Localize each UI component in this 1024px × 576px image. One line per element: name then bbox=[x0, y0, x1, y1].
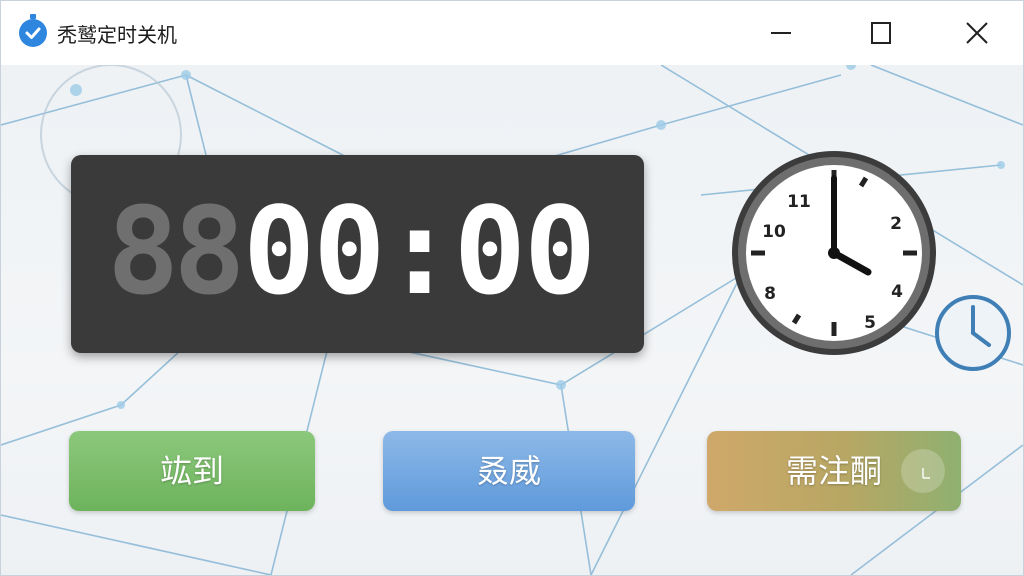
minimize-icon bbox=[771, 32, 791, 34]
settings-button[interactable]: 需注酮 bbox=[707, 431, 961, 511]
start-button[interactable]: 竑到 bbox=[69, 431, 315, 511]
clock-number: 5 bbox=[864, 313, 876, 333]
maximize-icon bbox=[871, 22, 891, 44]
close-button[interactable] bbox=[949, 9, 1005, 57]
title-bar[interactable]: 秃鹫定时关机 bbox=[1, 1, 1023, 65]
close-icon bbox=[966, 22, 988, 44]
app-window: 秃鹫定时关机 88 00:00 11 2 10 4 8 5 竑到 叒威 需注酮 bbox=[0, 0, 1024, 576]
maximize-button[interactable] bbox=[853, 9, 909, 57]
clock-number: 11 bbox=[787, 192, 811, 212]
stopwatch-check-icon bbox=[19, 14, 47, 47]
countdown-time: 00:00 bbox=[243, 183, 596, 322]
clock-number: 4 bbox=[891, 282, 903, 302]
main-panel: 88 00:00 11 2 10 4 8 5 竑到 叒威 需注酮 bbox=[1, 65, 1023, 575]
countdown-display: 88 00:00 bbox=[71, 155, 644, 353]
settings-button-label: 需注酮 bbox=[785, 452, 882, 490]
clock-number: 10 bbox=[762, 222, 786, 242]
clock-number: 2 bbox=[890, 214, 902, 234]
clock-icon bbox=[901, 449, 945, 493]
small-clock-icon bbox=[935, 295, 1011, 371]
analog-clock-icon: 11 2 10 4 8 5 bbox=[732, 151, 936, 355]
cancel-button[interactable]: 叒威 bbox=[383, 431, 635, 511]
window-title: 秃鹫定时关机 bbox=[57, 23, 177, 47]
clock-number: 8 bbox=[764, 284, 776, 304]
display-ghost-digits: 88 bbox=[107, 183, 245, 322]
start-button-label: 竑到 bbox=[159, 452, 224, 490]
minimize-button[interactable] bbox=[753, 9, 809, 57]
cancel-button-label: 叒威 bbox=[476, 452, 541, 490]
